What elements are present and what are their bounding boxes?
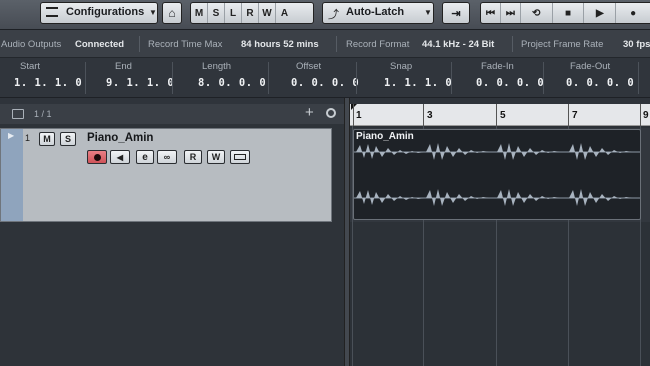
write-automation-button[interactable]: W [207, 150, 225, 164]
transport-controls: ⏮ ⏭ ⟲ ■ ▶ ● [480, 2, 650, 24]
read-automation-button[interactable]: R [184, 150, 202, 164]
fade-in-label: Fade-In [481, 61, 514, 72]
home-icon: ⌂ [168, 6, 176, 20]
rewind-to-start-icon: ⏮ [485, 7, 495, 19]
automation-panel-button[interactable]: A [276, 3, 293, 23]
track-count: 1 / 1 [34, 109, 52, 119]
listen-all-button[interactable]: L [225, 3, 242, 23]
length-label: Length [202, 61, 232, 72]
record-icon: ● [630, 7, 637, 19]
play-icon: ▶ [595, 7, 604, 19]
read-all-button[interactable]: R [242, 3, 259, 23]
fade-out-value[interactable]: 0. 0. 0. 0 [566, 77, 634, 89]
tool-selector[interactable]: ⇥ [442, 2, 470, 24]
cubase-project-window: Configurations ▼ ⌂ M S L R W A ⤴ Auto-La… [0, 0, 650, 366]
info-line: Start 1. 1. 1. 0 End 9. 1. 1. 0 Length 8… [0, 58, 650, 98]
mute-button[interactable]: M [39, 132, 55, 146]
edit-channel-button[interactable]: e [136, 150, 154, 164]
add-track-button[interactable]: + [305, 104, 314, 121]
toolbar: Configurations ▼ ⌂ M S L R W A ⤴ Auto-La… [0, 0, 650, 30]
offset-value[interactable]: 0. 0. 0. 0 [291, 77, 359, 89]
track-number: 1 [25, 133, 31, 143]
record-button[interactable]: ● [616, 3, 650, 23]
forward-to-end-icon: ⏭ [505, 7, 515, 19]
record-enable-button[interactable] [87, 150, 107, 164]
track-name[interactable]: Piano_Amin [87, 132, 153, 144]
solo-button[interactable]: S [60, 132, 76, 146]
record-time-label: Record Time Max [148, 39, 223, 50]
snap-label: Snap [390, 61, 413, 72]
stop-icon: ■ [564, 7, 572, 19]
audio-waveform [354, 143, 640, 206]
lock-button[interactable]: ∞ [157, 150, 177, 164]
timeline-ruler[interactable]: 1 3 5 7 9 [350, 104, 650, 126]
automation-icon: ⤴ [328, 9, 339, 21]
lanes-icon [234, 154, 246, 160]
mute-all-button[interactable]: M [191, 3, 208, 23]
frame-rate-label: Project Frame Rate [521, 39, 604, 50]
ruler-mark-1: 1 [356, 110, 362, 121]
ruler-mark-9: 9 [643, 110, 649, 121]
speaker-icon: ◀ [116, 152, 124, 162]
forward-to-end-button[interactable]: ⏭ [501, 3, 521, 23]
solo-all-button[interactable]: S [208, 3, 225, 23]
record-format-label: Record Format [346, 39, 410, 50]
track-type-icon: ▶ [8, 131, 15, 140]
rewind-to-start-button[interactable]: ⏮ [481, 3, 501, 23]
arrow-tool-icon: ⇥ [451, 7, 461, 20]
lanes-button[interactable] [230, 150, 250, 164]
record-dot-icon [93, 153, 101, 161]
record-time-value: 84 hours 52 mins [241, 39, 319, 50]
fade-out-label: Fade-Out [570, 61, 611, 72]
record-format-value: 44.1 kHz - 24 Bit [422, 39, 495, 50]
start-label: Start [20, 61, 41, 72]
audio-outputs-label: Audio Outputs [1, 39, 62, 50]
end-label: End [115, 61, 132, 72]
cycle-icon: ⟲ [531, 7, 541, 19]
ruler-mark-3: 3 [427, 110, 433, 121]
global-track-states: M S L R W A [190, 2, 314, 24]
ruler-mark-5: 5 [500, 110, 506, 121]
track-list-menu-icon[interactable] [12, 109, 24, 119]
track-level-meter [333, 129, 343, 221]
link-icon: ∞ [163, 152, 171, 162]
stop-button[interactable]: ■ [553, 3, 585, 23]
audio-event[interactable]: Piano_Amin [353, 129, 641, 220]
chevron-down-icon: ▼ [149, 8, 157, 17]
write-all-button[interactable]: W [259, 3, 276, 23]
chevron-down-icon: ▼ [424, 8, 432, 17]
list-icon [46, 7, 58, 17]
frame-rate-value: 30 fps [623, 39, 650, 50]
configurations-label: Configurations [66, 6, 145, 18]
play-button[interactable]: ▶ [584, 3, 617, 23]
status-line: Audio Outputs Connected Record Time Max … [0, 30, 650, 58]
home-button[interactable]: ⌂ [162, 2, 182, 24]
automation-mode-label: Auto-Latch [346, 6, 405, 18]
cycle-button[interactable]: ⟲ [521, 3, 553, 23]
track-list-header: 1 / 1 + [0, 104, 344, 124]
track-row[interactable]: ▶ 1 M S Piano_Amin ◀ e ∞ R W [0, 128, 332, 222]
fade-in-value[interactable]: 0. 0. 0. 0 [476, 77, 544, 89]
offset-label: Offset [296, 61, 322, 72]
search-icon[interactable] [326, 108, 336, 118]
track-color-strip[interactable]: ▶ [1, 129, 23, 221]
ruler-mark-7: 7 [572, 110, 578, 121]
length-value[interactable]: 8. 0. 0. 0 [198, 77, 266, 89]
start-value[interactable]: 1. 1. 1. 0 [14, 77, 82, 89]
monitor-button[interactable]: ◀ [110, 150, 130, 164]
audio-outputs-value: Connected [75, 39, 125, 50]
end-value[interactable]: 9. 1. 1. 0 [106, 77, 174, 89]
edit-icon: e [142, 151, 148, 163]
snap-value[interactable]: 1. 1. 1. 0 [384, 77, 452, 89]
